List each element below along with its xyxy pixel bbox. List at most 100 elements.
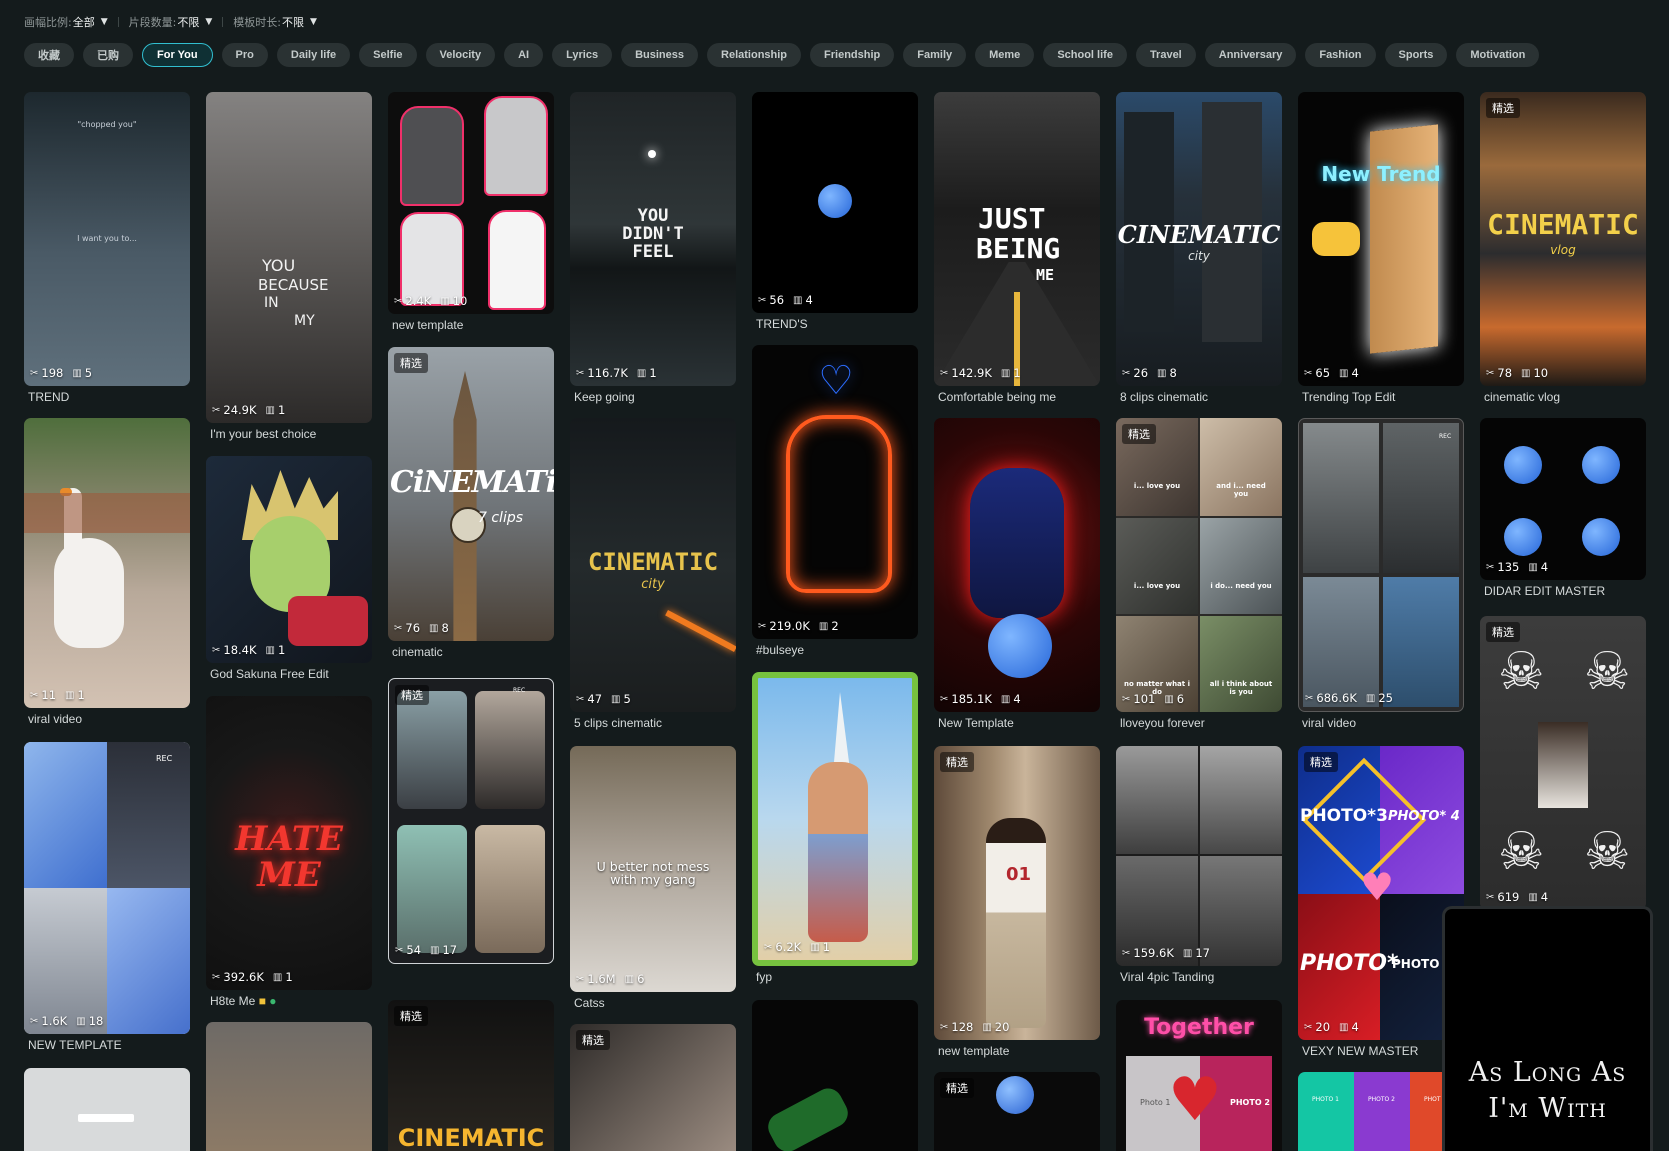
template-thumbnail[interactable] xyxy=(752,1000,918,1151)
clip-count: 1 xyxy=(278,643,286,657)
photo-cell xyxy=(1303,577,1379,707)
template-thumbnail[interactable]: 01 精选 ✂ 128 ▥ 20 xyxy=(934,746,1100,1040)
heart-icon: ♥ xyxy=(1168,1065,1222,1135)
tab-lyrics[interactable]: Lyrics xyxy=(552,43,613,67)
tab-anniversary[interactable]: Anniversary xyxy=(1204,43,1297,67)
overlay-text: New Trend xyxy=(1321,162,1441,186)
template-thumbnail[interactable]: ✂ 2.4K ▥ 10 xyxy=(388,92,554,314)
clip-count-filter[interactable]: 片段数量: 不限 ▼ xyxy=(129,14,213,30)
tab-sports[interactable]: Sports xyxy=(1384,43,1448,67)
clip-count: 6 xyxy=(637,972,645,986)
template-thumbnail[interactable]: ✂ 56 ▥ 4 xyxy=(752,92,918,313)
clips-icon: ▥ xyxy=(810,941,820,953)
skull-icon: ☠ xyxy=(1498,822,1545,882)
tab-relationship[interactable]: Relationship xyxy=(707,43,802,67)
duration-filter[interactable]: 模板时长: 不限 ▼ xyxy=(233,14,317,30)
template-thumbnail[interactable]: i... love you and i... need you i... lov… xyxy=(1116,418,1282,712)
template-stats: ✂ 116.7K ▥ 1 xyxy=(576,366,657,380)
rec-label: REC xyxy=(513,687,526,694)
template-thumbnail[interactable]: ✂ 135 ▥ 4 xyxy=(1480,418,1646,580)
template-thumbnail[interactable]: ✂ 11 ▥ 1 xyxy=(24,418,190,708)
template-thumbnail[interactable]: CINEMATIC city ✂ 47 ▥ 5 xyxy=(570,418,736,712)
scissors-icon: ✂ xyxy=(940,367,949,379)
aspect-ratio-filter[interactable]: 画幅比例: 全部 ▼ xyxy=(24,14,108,30)
template-thumbnail[interactable] xyxy=(206,1022,372,1151)
overlay-text: IN xyxy=(264,295,279,311)
template-thumbnail[interactable]: JUST BEING ME ✂ 142.9K ▥ 1 xyxy=(934,92,1100,386)
template-thumbnail[interactable]: HATE ME ✂ 392.6K ▥ 1 xyxy=(206,696,372,990)
neon-hand xyxy=(786,415,892,593)
skull-icon: ☠ xyxy=(1584,642,1631,702)
tab-family[interactable]: Family xyxy=(903,43,967,67)
clips-icon: ▥ xyxy=(636,367,647,379)
filter-label: 画幅比例: xyxy=(24,16,72,29)
template-thumbnail[interactable]: ✂ 159.6K ▥ 17 xyxy=(1116,746,1282,966)
template-thumbnail[interactable]: "chopped you" I want you to... ✂ 198 ▥ 5 xyxy=(24,92,190,386)
template-thumbnail[interactable]: New Trend ✂ 65 ▥ 4 xyxy=(1298,92,1464,386)
template-thumbnail[interactable]: ♥ PHOTO*3 PHOTO* 4 PHOTO* PHOTO (2 精选 ✂ 2… xyxy=(1298,746,1464,1040)
template-stats: ✂ 392.6K ▥ 1 xyxy=(212,970,293,984)
template-thumbnail[interactable]: 精选 xyxy=(934,1072,1100,1151)
featured-badge: 精选 xyxy=(395,685,429,705)
tab-fashion[interactable]: Fashion xyxy=(1305,43,1376,67)
template-thumbnail[interactable]: 精选 CINEMATIC vlog ✂ 78 ▥ 10 xyxy=(1480,92,1646,386)
featured-badge: 精选 xyxy=(1486,622,1520,642)
overlay-text: PHOTO* 4 xyxy=(1388,809,1460,824)
template-thumbnail[interactable]: PHOTO 1 PHOTO 2 PHOT xyxy=(1298,1072,1464,1151)
template-thumbnail[interactable]: REC ✂ 1.6K ▥ 18 xyxy=(24,742,190,1034)
template-thumbnail[interactable] xyxy=(24,1068,190,1151)
featured-badge: 精选 xyxy=(1304,752,1338,772)
template-title: Comfortable being me xyxy=(938,390,1057,404)
tab-for-you[interactable]: For You xyxy=(142,43,213,67)
tab-ai[interactable]: AI xyxy=(504,43,544,67)
template-thumbnail[interactable]: YOU BECAUSE IN MY ✂ 24.9K ▥ 1 xyxy=(206,92,372,423)
moon-icon xyxy=(648,150,656,158)
chevron-down-icon: ▼ xyxy=(205,17,213,27)
template-thumbnail[interactable]: ♡ ✂ 219.0K ▥ 2 xyxy=(752,345,918,639)
overlay-text: "chopped you" xyxy=(77,120,137,129)
photo-quadrant xyxy=(24,742,107,888)
figure-shape xyxy=(400,212,464,306)
template-thumbnail[interactable]: 精选 xyxy=(570,1024,736,1151)
tab-velocity[interactable]: Velocity xyxy=(425,43,496,67)
template-thumbnail[interactable]: 精选 ☠ ☠ ☠ ☠ ✂ 619 ▥ 4 xyxy=(1480,616,1646,910)
tab-daily-life[interactable]: Daily life xyxy=(276,43,351,67)
tab-meme[interactable]: Meme xyxy=(975,43,1035,67)
template-thumbnail[interactable]: ✂ 18.4K ▥ 1 xyxy=(206,456,372,663)
template-thumbnail[interactable]: ✂ 185.1K ▥ 4 xyxy=(934,418,1100,712)
template-title: Keep going xyxy=(574,390,635,404)
template-thumbnail[interactable]: REC ✂ 686.6K ▥ 25 xyxy=(1298,418,1464,712)
template-thumbnail[interactable]: YOU DIDN'T FEEL ✂ 116.7K ▥ 1 xyxy=(570,92,736,386)
scissors-icon: ✂ xyxy=(1304,1021,1313,1033)
tab-school-life[interactable]: School life xyxy=(1043,43,1127,67)
tab-travel[interactable]: Travel xyxy=(1135,43,1196,67)
template-stats: ✂ 56 ▥ 4 xyxy=(758,293,813,307)
chevron-down-icon: ▼ xyxy=(310,17,317,27)
template-thumbnail[interactable]: 精选 REC ✂ 54 ▥ 17 xyxy=(388,678,554,964)
tab-friendship[interactable]: Friendship xyxy=(810,43,895,67)
template-stats: ✂ 101 ▥ 6 xyxy=(1122,692,1184,706)
template-thumbnail[interactable]: 精选 CiNEMATiC 7 clips ✂76 ▥8 xyxy=(388,347,554,641)
usage-count: 198 xyxy=(41,366,64,380)
scissors-icon: ✂ xyxy=(30,689,39,701)
video-preview-panel[interactable]: As Long As I'm With xyxy=(1442,906,1653,1151)
scissors-icon: ✂ xyxy=(576,367,585,379)
clips-icon: ▥ xyxy=(265,644,275,656)
clip-count: 5 xyxy=(623,692,631,706)
template-thumbnail[interactable]: Together ♥ Photo 1 PHOTO 2 xyxy=(1116,1000,1282,1151)
scissors-icon: ✂ xyxy=(758,620,767,632)
tab-motivation[interactable]: Motivation xyxy=(1456,43,1540,67)
tab-purchased[interactable]: 已购 xyxy=(83,43,133,67)
tab-favorites[interactable]: 收藏 xyxy=(24,43,74,67)
template-thumbnail[interactable]: CINEMATIC city ✂ 26 ▥ 8 xyxy=(1116,92,1282,386)
template-thumbnail[interactable]: 精选 CINEMATIC xyxy=(388,1000,554,1151)
template-thumbnail[interactable]: U better not mess with my gang ✂ 1.6M ▥ 6 xyxy=(570,746,736,992)
tab-selfie[interactable]: Selfie xyxy=(359,43,417,67)
template-stats: ✂ 219.0K ▥ 2 xyxy=(758,619,839,633)
template-stats: ✂ 619 ▥ 4 xyxy=(1486,890,1548,904)
template-thumbnail[interactable]: ✂ 6.2K ▥ 1 xyxy=(752,672,918,966)
tab-pro[interactable]: Pro xyxy=(221,43,268,67)
template-title: 5 clips cinematic xyxy=(574,716,663,730)
template-title: DIDAR EDIT MASTER xyxy=(1484,584,1606,598)
tab-business[interactable]: Business xyxy=(621,43,699,67)
